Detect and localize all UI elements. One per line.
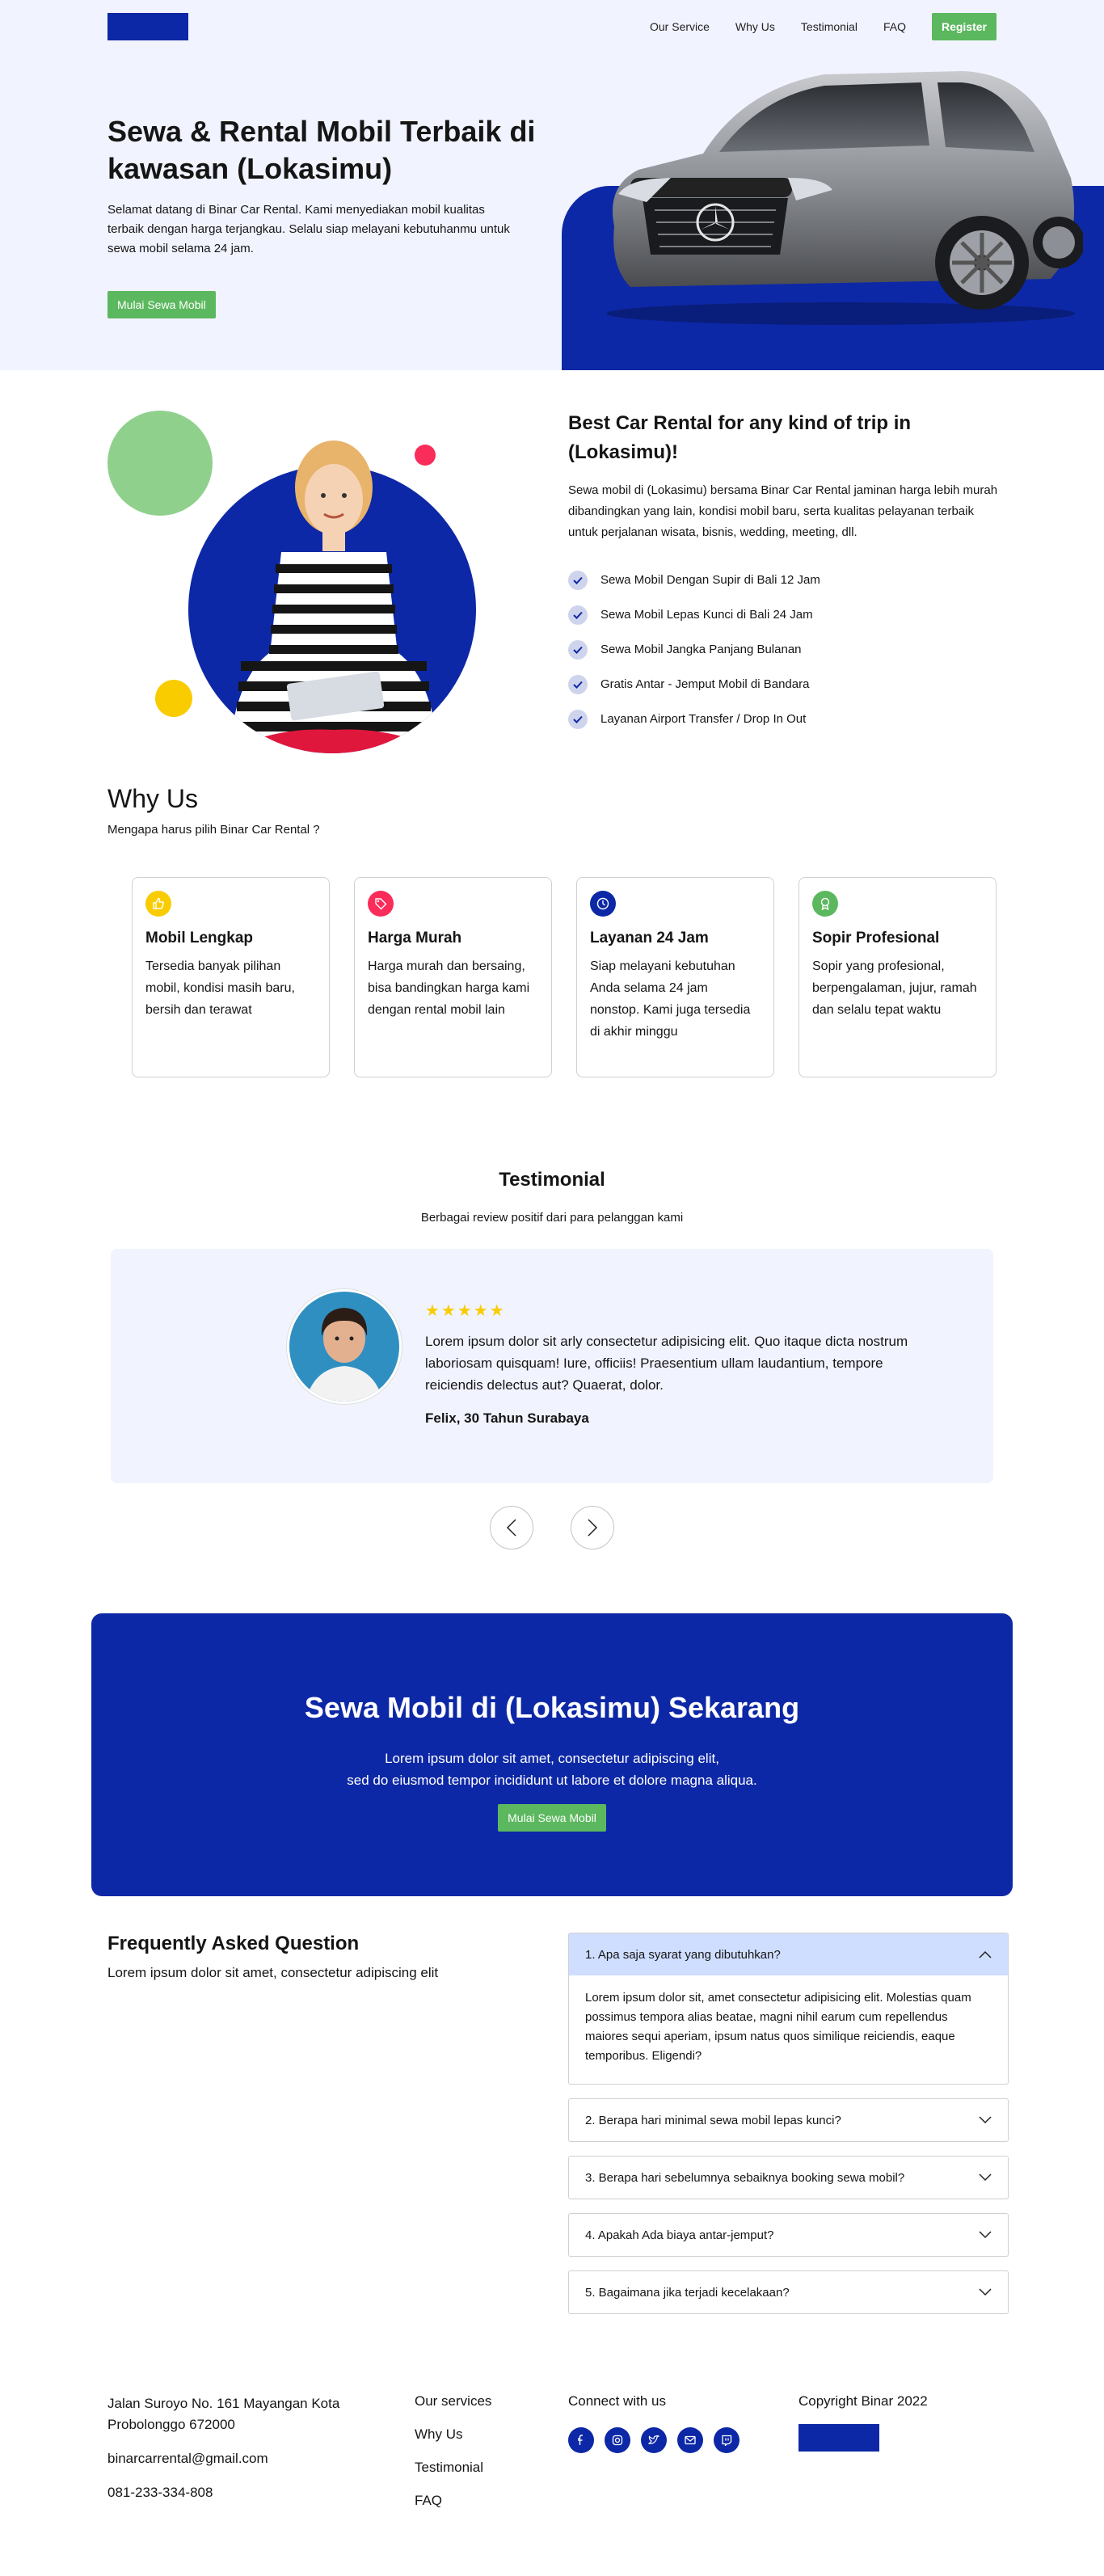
instagram-icon[interactable]: [605, 2427, 630, 2453]
chevron-up-icon: [979, 1950, 992, 1958]
facebook-icon[interactable]: [568, 2427, 594, 2453]
footer-link-why-us[interactable]: Why Us: [415, 2426, 491, 2443]
chevron-right-icon: [588, 1519, 598, 1537]
footer: Jalan Suroyo No. 161 Mayangan Kota Probo…: [107, 2393, 997, 2576]
footer-email: binarcarrental@gmail.com: [107, 2451, 268, 2466]
chevron-down-icon: [979, 2231, 992, 2239]
chevron-left-icon: [506, 1519, 516, 1537]
faq-section: Frequently Asked Question Lorem ipsum do…: [107, 1933, 1009, 2393]
award-icon: [812, 891, 838, 917]
footer-link-testimonial[interactable]: Testimonial: [415, 2460, 491, 2476]
service-title: Best Car Rental for any kind of trip in …: [568, 412, 912, 463]
nav-our-service[interactable]: Our Service: [650, 20, 710, 33]
footer-links: Our services Why Us Testimonial FAQ: [415, 2393, 491, 2509]
cta-description: Lorem ipsum dolor sit amet, consectetur …: [347, 1751, 757, 1788]
chevron-down-icon: [979, 2173, 992, 2182]
footer-address: Jalan Suroyo No. 161 Mayangan Kota Probo…: [107, 2396, 340, 2432]
nav-testimonial[interactable]: Testimonial: [801, 20, 857, 33]
woman-tablet-illustration: [107, 411, 476, 753]
nav-why-us[interactable]: Why Us: [735, 20, 775, 33]
why-us-title: Why Us: [107, 784, 198, 813]
faq-subtitle: Lorem ipsum dolor sit amet, consectetur …: [107, 1965, 439, 1980]
list-item: Gratis Antar - Jemput Mobil di Bandara: [568, 667, 1005, 702]
connect-label: Connect with us: [568, 2393, 666, 2409]
faq-answer: Lorem ipsum dolor sit, amet consectetur …: [585, 1991, 971, 2063]
thumbs-up-icon: [145, 891, 171, 917]
next-testimonial-button[interactable]: [571, 1506, 614, 1549]
why-card-harga-murah: Harga Murah Harga murah dan bersaing, bi…: [354, 877, 552, 1077]
check-icon: [568, 605, 588, 625]
testimonial-title: Testimonial: [499, 1169, 605, 1191]
nav-faq[interactable]: FAQ: [883, 20, 906, 33]
testimonial-subtitle: Berbagai review positif dari para pelang…: [420, 1211, 684, 1225]
list-item: Sewa Mobil Jangka Panjang Bulanan: [568, 632, 1005, 667]
twitch-icon[interactable]: [714, 2427, 740, 2453]
check-icon: [568, 709, 588, 729]
why-card-sopir-profesional: Sopir Profesional Sopir yang profesional…: [799, 877, 997, 1077]
testimonial-author: Felix, 30 Tahun Surabaya: [425, 1410, 589, 1426]
our-service-section: Best Car Rental for any kind of trip in …: [107, 370, 997, 782]
faq-question[interactable]: 1. Apa saja syarat yang dibutuhkan?: [569, 1933, 1008, 1975]
logo[interactable]: [107, 13, 188, 40]
register-button[interactable]: Register: [931, 13, 997, 40]
footer-logo[interactable]: [799, 2424, 879, 2452]
faq-item[interactable]: 2. Berapa hari minimal sewa mobil lepas …: [568, 2098, 1009, 2142]
check-icon: [568, 674, 588, 694]
car-image: [606, 71, 1083, 325]
testimonial-section: Testimonial Berbagai review positif dari…: [0, 1169, 1104, 1613]
faq-item[interactable]: 4. Apakah Ada biaya antar-jemput?: [568, 2213, 1009, 2257]
why-us-section: Why Us Mengapa harus pilih Binar Car Ren…: [107, 782, 997, 1169]
mail-icon[interactable]: [677, 2427, 703, 2453]
faq-title: Frequently Asked Question: [107, 1933, 360, 1954]
check-icon: [568, 570, 588, 590]
navbar: Our Service Why Us Testimonial FAQ Regis…: [107, 0, 997, 45]
why-us-subtitle: Mengapa harus pilih Binar Car Rental ?: [107, 823, 320, 837]
cta-banner: Sewa Mobil di (Lokasimu) Sekarang Lorem …: [91, 1613, 1013, 1896]
faq-question[interactable]: 3. Berapa hari sebelumnya sebaiknya book…: [569, 2157, 1008, 2199]
footer-phone: 081-233-334-808: [107, 2485, 213, 2500]
faq-item[interactable]: 5. Bagaimana jika terjadi kecelakaan?: [568, 2270, 1009, 2314]
faq-list: 1. Apa saja syarat yang dibutuhkan? Lore…: [568, 1933, 1009, 2328]
hero-description: Selamat datang di Binar Car Rental. Kami…: [107, 203, 510, 255]
footer-link-faq[interactable]: FAQ: [415, 2493, 491, 2509]
cta-title: Sewa Mobil di (Lokasimu) Sekarang: [304, 1691, 800, 1724]
faq-item[interactable]: 1. Apa saja syarat yang dibutuhkan? Lore…: [568, 1933, 1009, 2085]
avatar: [287, 1289, 402, 1404]
list-item: Sewa Mobil Dengan Supir di Bali 12 Jam: [568, 563, 1005, 597]
start-rent-button[interactable]: Mulai Sewa Mobil: [107, 291, 216, 318]
clock-icon: [590, 891, 616, 917]
faq-question[interactable]: 5. Bagaimana jika terjadi kecelakaan?: [569, 2271, 1008, 2313]
why-card-mobil-lengkap: Mobil Lengkap Tersedia banyak pilihan mo…: [132, 877, 330, 1077]
service-list: Sewa Mobil Dengan Supir di Bali 12 Jam S…: [568, 563, 1005, 736]
twitter-icon[interactable]: [641, 2427, 667, 2453]
hero-title: Sewa & Rental Mobil Terbaik di kawasan (…: [107, 115, 536, 185]
chevron-down-icon: [979, 2116, 992, 2124]
list-item: Layanan Airport Transfer / Drop In Out: [568, 702, 1005, 736]
price-tag-icon: [368, 891, 394, 917]
service-description: Sewa mobil di (Lokasimu) bersama Binar C…: [568, 483, 998, 539]
chevron-down-icon: [979, 2288, 992, 2296]
testimonial-card: ★★★★★ Lorem ipsum dolor sit arly consect…: [111, 1249, 993, 1483]
copyright: Copyright Binar 2022: [799, 2393, 928, 2409]
prev-testimonial-button[interactable]: [490, 1506, 533, 1549]
list-item: Sewa Mobil Lepas Kunci di Bali 24 Jam: [568, 597, 1005, 632]
hero-section: Our Service Why Us Testimonial FAQ Regis…: [0, 0, 1104, 370]
nav-links: Our Service Why Us Testimonial FAQ Regis…: [650, 13, 997, 40]
faq-question[interactable]: 4. Apakah Ada biaya antar-jemput?: [569, 2214, 1008, 2256]
footer-link-our-services[interactable]: Our services: [415, 2393, 491, 2409]
why-card-layanan-24-jam: Layanan 24 Jam Siap melayani kebutuhan A…: [576, 877, 774, 1077]
faq-question[interactable]: 2. Berapa hari minimal sewa mobil lepas …: [569, 2099, 1008, 2141]
check-icon: [568, 639, 588, 660]
cta-section: Sewa Mobil di (Lokasimu) Sekarang Lorem …: [0, 1613, 1104, 1933]
rating-stars: ★★★★★: [425, 1302, 506, 1320]
faq-item[interactable]: 3. Berapa hari sebelumnya sebaiknya book…: [568, 2156, 1009, 2199]
testimonial-text: Lorem ipsum dolor sit arly consectetur a…: [425, 1334, 908, 1393]
cta-start-rent-button[interactable]: Mulai Sewa Mobil: [498, 1804, 606, 1832]
